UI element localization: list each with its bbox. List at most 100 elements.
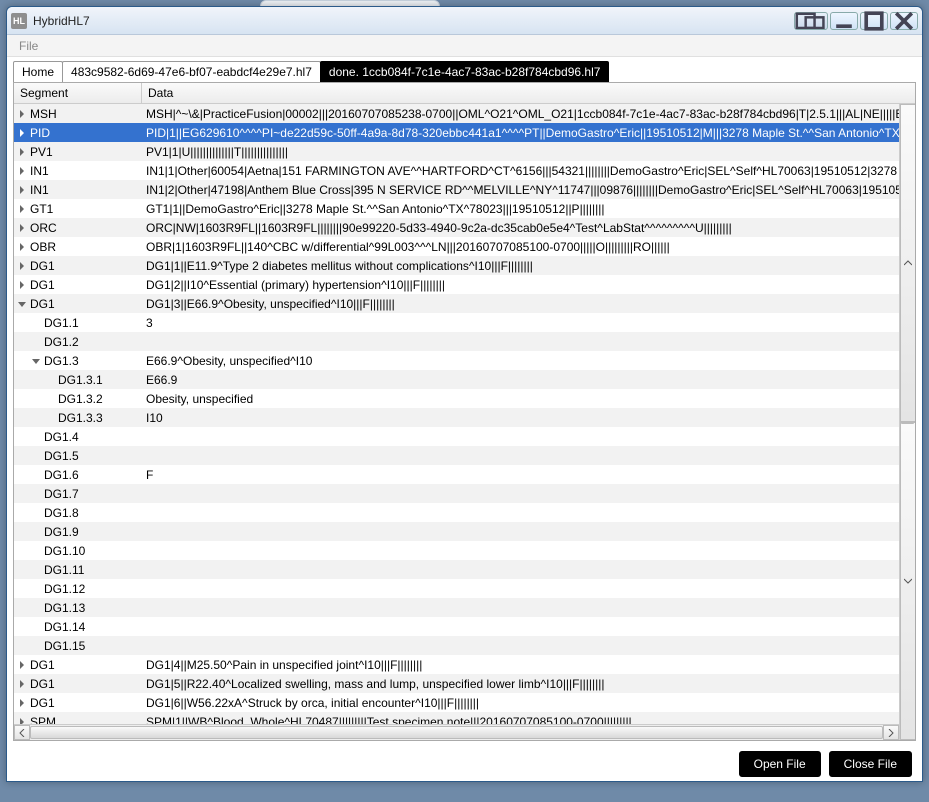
expand-icon[interactable] xyxy=(16,697,28,709)
table-row[interactable]: DG1.2 xyxy=(14,332,899,351)
tab-strip: Home 483c9582-6d69-47e6-bf07-eabdcf4e29e… xyxy=(7,57,922,82)
table-row[interactable]: DG1DG1|5||R22.40^Localized swelling, mas… xyxy=(14,674,899,693)
segment-label: DG1.7 xyxy=(44,487,79,501)
segment-cell: DG1.14 xyxy=(14,620,142,634)
tree-spacer xyxy=(30,526,42,538)
expand-icon[interactable] xyxy=(16,108,28,120)
segment-label: PV1 xyxy=(30,145,53,159)
table-row[interactable]: DG1DG1|4||M25.50^Pain in unspecified joi… xyxy=(14,655,899,674)
open-file-button[interactable]: Open File xyxy=(739,751,821,777)
expand-icon[interactable] xyxy=(16,716,28,725)
data-cell: PV1|1|U||||||||||||||T||||||||||||||| xyxy=(142,145,899,159)
close-file-button[interactable]: Close File xyxy=(829,751,912,777)
segment-cell: PV1 xyxy=(14,145,142,159)
tree-spacer xyxy=(30,583,42,595)
table-row[interactable]: IN1IN1|2|Other|47198|Anthem Blue Cross|3… xyxy=(14,180,899,199)
segment-cell: IN1 xyxy=(14,164,142,178)
table-row[interactable]: DG1.4 xyxy=(14,427,899,446)
vertical-scrollbar[interactable] xyxy=(899,104,915,740)
horizontal-scrollbar[interactable] xyxy=(14,724,899,740)
table-row[interactable]: DG1.14 xyxy=(14,617,899,636)
table-row[interactable]: DG1.8 xyxy=(14,503,899,522)
table-row[interactable]: DG1.12 xyxy=(14,579,899,598)
expand-icon[interactable] xyxy=(16,165,28,177)
tab-home[interactable]: Home xyxy=(13,61,63,82)
table-row[interactable]: DG1DG1|6||W56.22xA^Struck by orca, initi… xyxy=(14,693,899,712)
table-row[interactable]: DG1.13 xyxy=(14,313,899,332)
table-row[interactable]: DG1.3.3I10 xyxy=(14,408,899,427)
maximize-button[interactable] xyxy=(860,12,888,30)
expand-icon[interactable] xyxy=(16,678,28,690)
table-row[interactable]: ORCORC|NW|1603R9FL||1603R9FL||||||||90e9… xyxy=(14,218,899,237)
data-cell: MSH|^~\&|PracticeFusion|00002|||20160707… xyxy=(142,107,899,121)
minimize-button[interactable] xyxy=(830,12,858,30)
table-row[interactable]: PIDPID|1||EG629610^^^^PI~de22d59c-50ff-4… xyxy=(14,123,899,142)
titlebar[interactable]: HL HybridHL7 xyxy=(7,7,922,35)
table-row[interactable]: DG1.7 xyxy=(14,484,899,503)
segment-cell: DG1 xyxy=(14,259,142,273)
tab-label: Home xyxy=(22,65,54,79)
data-cell: DG1|6||W56.22xA^Struck by orca, initial … xyxy=(142,696,899,710)
collapse-icon[interactable] xyxy=(30,355,42,367)
tab-file-2[interactable]: done. 1ccb084f-7c1e-4ac7-83ac-b28f784cbd… xyxy=(320,61,610,82)
table-row[interactable]: DG1.13 xyxy=(14,598,899,617)
table-row[interactable]: DG1.15 xyxy=(14,636,899,655)
table-row[interactable]: DG1.10 xyxy=(14,541,899,560)
segment-label: GT1 xyxy=(30,202,53,216)
data-cell: PID|1||EG629610^^^^PI~de22d59c-50ff-4a9a… xyxy=(142,126,899,140)
data-cell: Obesity, unspecified xyxy=(142,392,899,406)
column-header-segment[interactable]: Segment xyxy=(14,83,142,103)
table-row[interactable]: OBROBR|1|1603R9FL||140^CBC w/differentia… xyxy=(14,237,899,256)
segment-label: DG1 xyxy=(30,297,55,311)
segment-cell: DG1 xyxy=(14,278,142,292)
segment-cell: DG1.7 xyxy=(14,487,142,501)
vscroll-thumb[interactable] xyxy=(901,422,914,424)
expand-icon[interactable] xyxy=(16,203,28,215)
scroll-right-button[interactable] xyxy=(883,725,899,740)
menu-file[interactable]: File xyxy=(13,37,44,55)
table-row[interactable]: DG1.3.1E66.9 xyxy=(14,370,899,389)
table-row[interactable]: IN1IN1|1|Other|60054|Aetna|151 FARMINGTO… xyxy=(14,161,899,180)
table-row[interactable]: PV1 PV1|1|U||||||||||||||T||||||||||||||| xyxy=(14,142,899,161)
table-row[interactable]: DG1.3.2Obesity, unspecified xyxy=(14,389,899,408)
tab-file-1[interactable]: 483c9582-6d69-47e6-bf07-eabdcf4e29e7.hl7 xyxy=(62,61,321,82)
segment-label: OBR xyxy=(30,240,56,254)
expand-icon[interactable] xyxy=(16,184,28,196)
segment-cell: IN1 xyxy=(14,183,142,197)
segment-label: DG1.3.3 xyxy=(58,411,103,425)
table-row[interactable]: DG1.11 xyxy=(14,560,899,579)
scroll-left-button[interactable] xyxy=(14,725,30,740)
table-row[interactable]: DG1.5 xyxy=(14,446,899,465)
expand-icon[interactable] xyxy=(16,659,28,671)
table-row[interactable]: GT1GT1|1||DemoGastro^Eric||3278 Maple St… xyxy=(14,199,899,218)
collapse-icon[interactable] xyxy=(16,298,28,310)
expand-icon[interactable] xyxy=(16,127,28,139)
hscroll-thumb[interactable] xyxy=(30,726,883,739)
hscroll-track[interactable] xyxy=(30,725,883,740)
table-row[interactable]: MSHMSH|^~\&|PracticeFusion|00002|||20160… xyxy=(14,104,899,123)
expand-icon[interactable] xyxy=(16,241,28,253)
window-switcher-button[interactable] xyxy=(794,12,828,30)
tree-spacer xyxy=(30,621,42,633)
table-row[interactable]: DG1DG1|3||E66.9^Obesity, unspecified^I10… xyxy=(14,294,899,313)
tree-spacer xyxy=(30,431,42,443)
column-header-data[interactable]: Data xyxy=(142,83,915,103)
table-row[interactable]: DG1.6F xyxy=(14,465,899,484)
segment-label: ORC xyxy=(30,221,57,235)
expand-icon[interactable] xyxy=(16,146,28,158)
expand-icon[interactable] xyxy=(16,260,28,272)
table-row[interactable]: DG1DG1|1||E11.9^Type 2 diabetes mellitus… xyxy=(14,256,899,275)
expand-icon[interactable] xyxy=(16,279,28,291)
table-row[interactable]: DG1.3E66.9^Obesity, unspecified^I10 xyxy=(14,351,899,370)
segment-cell: DG1.9 xyxy=(14,525,142,539)
close-window-button[interactable] xyxy=(890,12,918,30)
expand-icon[interactable] xyxy=(16,222,28,234)
table-row[interactable]: DG1.9 xyxy=(14,522,899,541)
table-row[interactable]: SPMSPM|1||WB^Blood, Whole^HL70487|||||||… xyxy=(14,712,899,724)
segment-label: DG1.2 xyxy=(44,335,79,349)
table-row[interactable]: DG1DG1|2||I10^Essential (primary) hypert… xyxy=(14,275,899,294)
segment-label: DG1.15 xyxy=(44,639,85,653)
segment-cell: DG1.3.3 xyxy=(14,411,142,425)
scroll-up-button[interactable] xyxy=(900,104,915,422)
scroll-down-button[interactable] xyxy=(900,422,915,740)
